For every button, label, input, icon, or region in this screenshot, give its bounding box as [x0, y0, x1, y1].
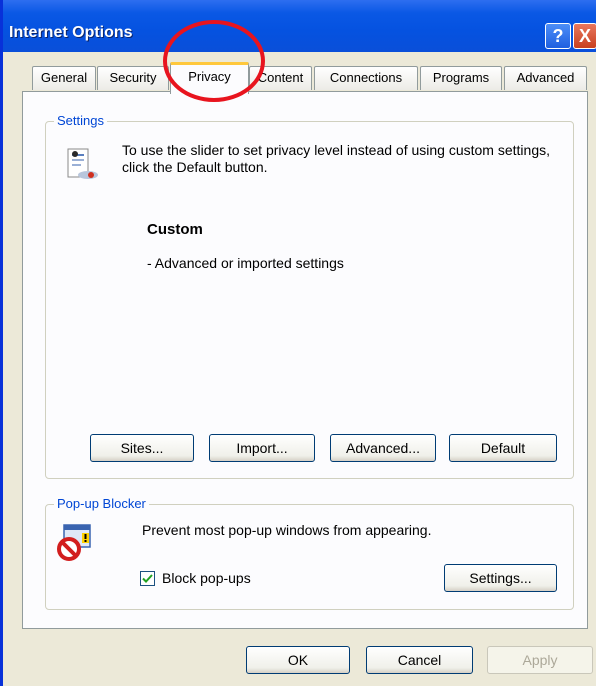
- checkmark-icon: [142, 574, 153, 583]
- sites-button[interactable]: Sites...: [90, 434, 194, 462]
- close-button[interactable]: X: [573, 23, 596, 49]
- tab-general[interactable]: General: [32, 66, 96, 90]
- popup-blocked-icon: [57, 524, 91, 561]
- help-icon: ?: [552, 26, 564, 46]
- tab-strip: General Security Privacy Content Connect…: [3, 62, 596, 94]
- cancel-button[interactable]: Cancel: [366, 646, 473, 674]
- popup-blocker-group: Pop-up Blocker Prevent most pop-up windo…: [45, 496, 574, 610]
- tab-connections[interactable]: Connections: [314, 66, 418, 90]
- ok-button[interactable]: OK: [246, 646, 350, 674]
- tab-security[interactable]: Security: [97, 66, 169, 90]
- settings-description: To use the slider to set privacy level i…: [122, 142, 550, 175]
- settings-group: Settings To use the slider to set privac…: [45, 113, 574, 479]
- popup-blocker-label: Pop-up Blocker: [54, 496, 149, 511]
- annotation-circle: [163, 20, 265, 102]
- tab-programs[interactable]: Programs: [420, 66, 502, 90]
- import-button[interactable]: Import...: [209, 434, 315, 462]
- popup-blocker-description: Prevent most pop-up windows from appeari…: [142, 522, 432, 538]
- help-button[interactable]: ?: [545, 23, 571, 49]
- popup-settings-button[interactable]: Settings...: [444, 564, 557, 592]
- advanced-button[interactable]: Advanced...: [330, 434, 436, 462]
- settings-group-label: Settings: [54, 113, 107, 128]
- privacy-level-detail: - Advanced or imported settings: [147, 255, 344, 271]
- apply-button[interactable]: Apply: [487, 646, 593, 674]
- tab-advanced[interactable]: Advanced: [504, 66, 587, 90]
- window-title: Internet Options: [9, 24, 133, 41]
- privacy-shield-icon: [67, 148, 98, 179]
- block-popups-label[interactable]: Block pop-ups: [162, 570, 251, 586]
- privacy-level-name: Custom: [147, 221, 203, 238]
- default-button[interactable]: Default: [449, 434, 557, 462]
- close-icon: X: [578, 26, 591, 46]
- block-popups-checkbox[interactable]: [140, 571, 155, 586]
- title-bar[interactable]: Internet Options ? X: [3, 0, 596, 52]
- internet-options-window: Internet Options ? X General Security Pr…: [0, 0, 596, 686]
- privacy-tab-panel: Settings To use the slider to set privac…: [22, 91, 588, 629]
